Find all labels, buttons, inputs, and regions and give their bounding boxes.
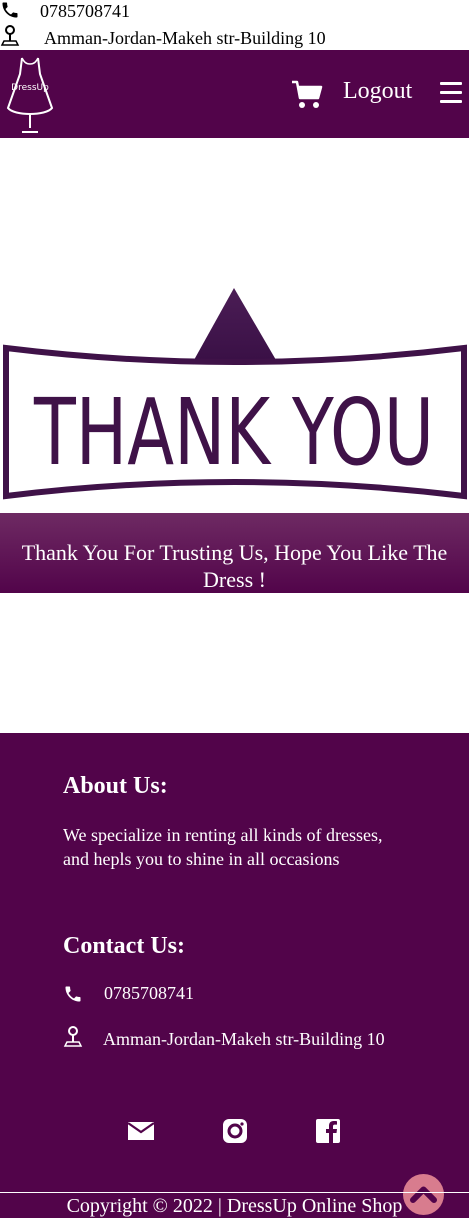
top-phone-text: 0785708741 bbox=[40, 1, 130, 21]
instagram-icon[interactable] bbox=[221, 1117, 249, 1145]
hamburger-menu-icon[interactable] bbox=[440, 82, 462, 104]
phone-icon bbox=[2, 2, 18, 18]
about-title: About Us: bbox=[63, 773, 168, 799]
logo-text: DressUp bbox=[11, 83, 49, 93]
mail-icon[interactable] bbox=[127, 1117, 155, 1145]
footer-phone: 0785708741 bbox=[63, 983, 194, 1004]
location-pin-icon bbox=[63, 1026, 83, 1047]
top-address-text: Amman-Jordan-Makeh str-Building 10 bbox=[44, 28, 326, 48]
shopping-cart-icon[interactable] bbox=[291, 78, 323, 110]
facebook-icon[interactable] bbox=[314, 1117, 342, 1145]
about-text: We specialize in renting all kinds of dr… bbox=[63, 825, 383, 869]
footer-address-text: Amman-Jordan-Makeh str-Building 10 bbox=[103, 1029, 385, 1049]
banner-message: Thank You For Trusting Us, Hope You Like… bbox=[21, 540, 448, 592]
logout-link[interactable]: Logout bbox=[343, 78, 412, 105]
footer: About Us: We specialize in renting all k… bbox=[0, 733, 469, 1218]
footer-divider bbox=[0, 1192, 469, 1193]
footer-address: Amman-Jordan-Makeh str-Building 10 bbox=[63, 1026, 413, 1051]
dress-logo[interactable]: DressUp bbox=[0, 52, 60, 136]
thank-you-banner: Thank You For Trusting Us, Hope You Like… bbox=[0, 513, 469, 593]
contact-title: Contact Us: bbox=[63, 933, 185, 959]
thank-you-image-text: THANK YOU bbox=[33, 379, 434, 486]
top-contact-bar: 0785708741 Amman-Jordan-Makeh str-Buildi… bbox=[0, 0, 469, 50]
navbar: DressUp Logout bbox=[0, 50, 469, 138]
footer-phone-text: 0785708741 bbox=[104, 983, 194, 1003]
copyright-text: Copyright © 2022 | DressUp Online Shop bbox=[66, 1195, 403, 1217]
location-pin-icon bbox=[0, 25, 20, 46]
phone-icon bbox=[65, 986, 81, 1001]
thank-you-image: THANK YOU bbox=[2, 288, 467, 500]
